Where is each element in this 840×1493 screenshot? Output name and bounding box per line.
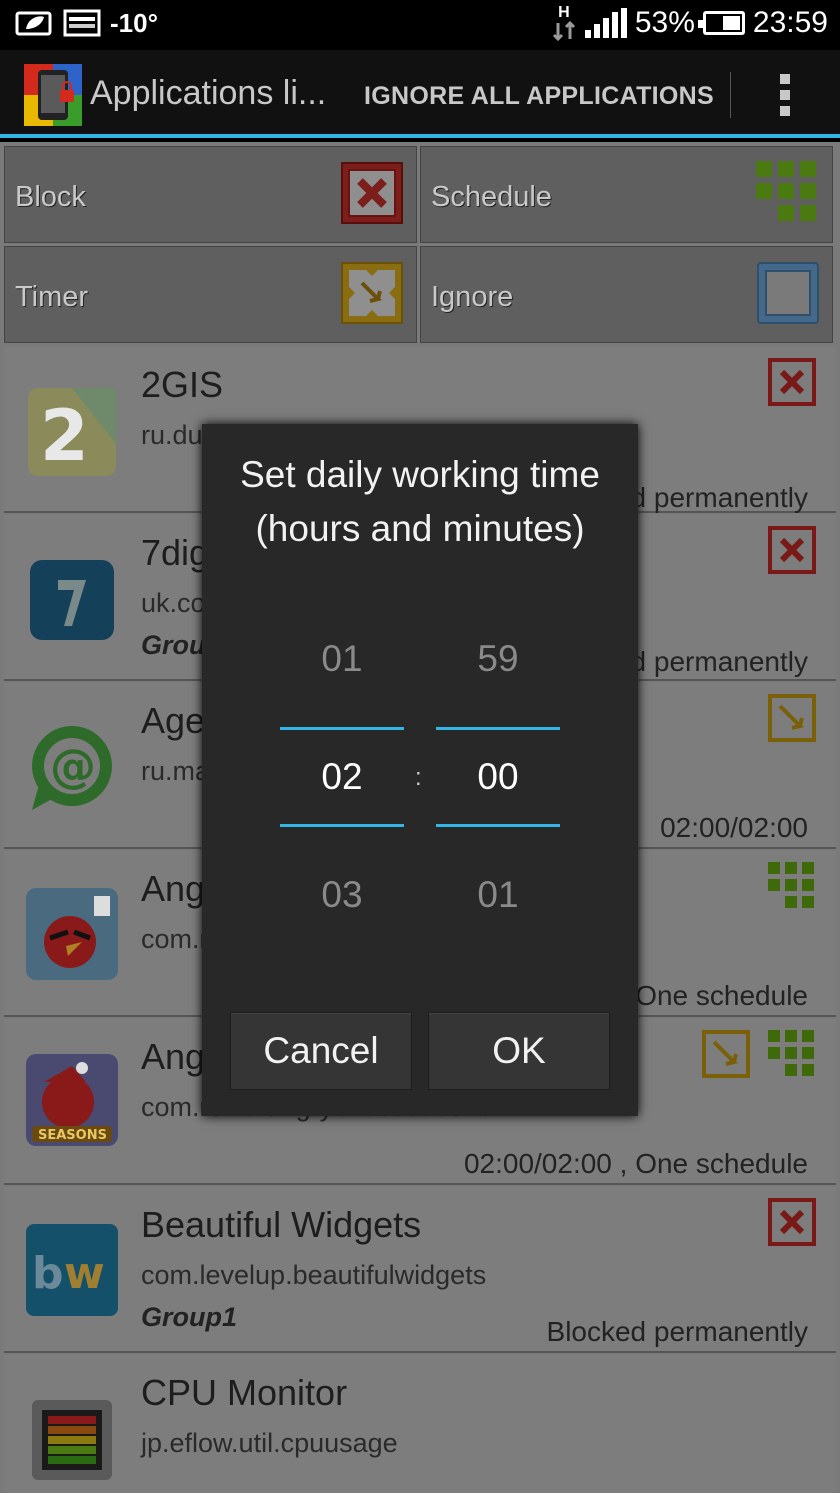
hours-divider-top — [280, 727, 404, 730]
app-name: Beautiful Widgets — [141, 1204, 422, 1245]
schedule-icon — [756, 161, 816, 221]
svg-text:@: @ — [50, 739, 96, 793]
app-logo-icon[interactable] — [24, 64, 82, 126]
app-row-beautiful-widgets[interactable]: b w Beautiful Widgets com.levelup.beauti… — [4, 1186, 836, 1353]
filter-label: Schedule — [431, 181, 552, 213]
app-name: 2GIS — [141, 364, 224, 405]
ok-button[interactable]: OK — [428, 1012, 610, 1090]
filter-block[interactable]: Block — [4, 146, 417, 243]
hours-next[interactable]: 03 — [280, 874, 404, 916]
app-badges — [768, 1198, 816, 1246]
schedule-icon — [768, 1030, 814, 1076]
block-icon — [768, 1198, 816, 1246]
cpu-monitor-app-icon — [32, 1400, 112, 1480]
ignore-all-button[interactable]: IGNORE ALL APPLICATIONS — [364, 82, 714, 111]
app-status: Blocked permanently — [546, 1316, 808, 1347]
block-icon — [341, 162, 403, 224]
app-badges — [768, 862, 816, 910]
svg-text:SEASONS: SEASONS — [38, 1128, 107, 1143]
filter-grid: Block Schedule Timer Ignore — [4, 146, 836, 344]
app-badges — [702, 1030, 816, 1078]
image-notification-icon — [63, 9, 101, 37]
app-badges — [768, 694, 816, 742]
cancel-button[interactable]: Cancel — [230, 1012, 412, 1090]
app-package: jp.eflow.util.cpuusage — [141, 1428, 398, 1458]
working-time-dialog: Set daily working time (hours and minute… — [202, 424, 638, 1116]
7digital-app-icon — [30, 560, 114, 640]
svg-text:2: 2 — [40, 395, 89, 477]
app-badges — [768, 358, 816, 406]
filter-ignore[interactable]: Ignore — [420, 246, 833, 343]
action-divider — [730, 72, 731, 118]
block-icon — [768, 358, 816, 406]
dialog-title: Set daily working time (hours and minute… — [240, 454, 600, 549]
app-package: com.levelup.beautifulwidgets — [141, 1260, 487, 1290]
app-name: CPU Monitor — [141, 1372, 348, 1413]
filter-label: Ignore — [431, 281, 514, 313]
leaf-notification-icon — [15, 11, 52, 36]
network-type-text: H — [558, 4, 570, 21]
app-status: 02:00/02:00 — [660, 812, 808, 843]
hours-divider-bottom — [280, 824, 404, 827]
minutes-divider-top — [436, 727, 560, 730]
timer-icon — [341, 262, 403, 324]
hours-current[interactable]: 02 — [280, 756, 404, 798]
agent-app-icon: @ — [32, 726, 112, 810]
app-status: One schedule — [635, 980, 808, 1011]
app-row-cpu-monitor[interactable]: CPU Monitor jp.eflow.util.cpuusage — [4, 1354, 836, 1493]
battery-icon — [697, 11, 745, 35]
timer-icon — [702, 1030, 750, 1078]
minutes-next[interactable]: 01 — [436, 874, 560, 916]
minutes-current[interactable]: 00 — [436, 756, 560, 798]
app-status: 02:00/02:00 , One schedule — [463, 1148, 808, 1179]
angry-birds-seasons-app-icon: SEASONS — [26, 1054, 118, 1146]
angry-birds-app-icon — [26, 888, 118, 980]
app-group: Group1 — [141, 1302, 238, 1332]
network-type-icon: H — [551, 5, 577, 41]
hours-prev[interactable]: 01 — [280, 638, 404, 680]
ignore-icon — [757, 262, 819, 324]
clock: 23:59 — [752, 6, 828, 39]
filter-timer[interactable]: Timer — [4, 246, 417, 343]
2gis-app-icon: 2 — [28, 388, 116, 477]
app-badges — [768, 526, 816, 574]
beautiful-widgets-app-icon: b w — [26, 1224, 118, 1316]
filter-label: Block — [15, 181, 86, 213]
schedule-icon — [768, 862, 814, 908]
signal-icon — [584, 8, 627, 38]
filter-schedule[interactable]: Schedule — [420, 146, 833, 243]
battery-percent: 53% — [634, 6, 695, 39]
minutes-divider-bottom — [436, 824, 560, 827]
overflow-menu-icon[interactable] — [780, 74, 792, 116]
status-bar: -10° H 53% 23:59 — [0, 0, 840, 50]
svg-text:b: b — [32, 1248, 64, 1299]
filter-label: Timer — [15, 281, 89, 313]
temperature-text: -10° — [110, 7, 158, 38]
svg-text:w: w — [64, 1248, 105, 1299]
block-icon — [768, 526, 816, 574]
action-bar-title: Applications li... — [90, 74, 327, 112]
minutes-prev[interactable]: 59 — [436, 638, 560, 680]
action-bar: Applications li... IGNORE ALL APPLICATIO… — [0, 50, 840, 138]
time-separator: : — [415, 764, 422, 791]
timer-icon — [768, 694, 816, 742]
